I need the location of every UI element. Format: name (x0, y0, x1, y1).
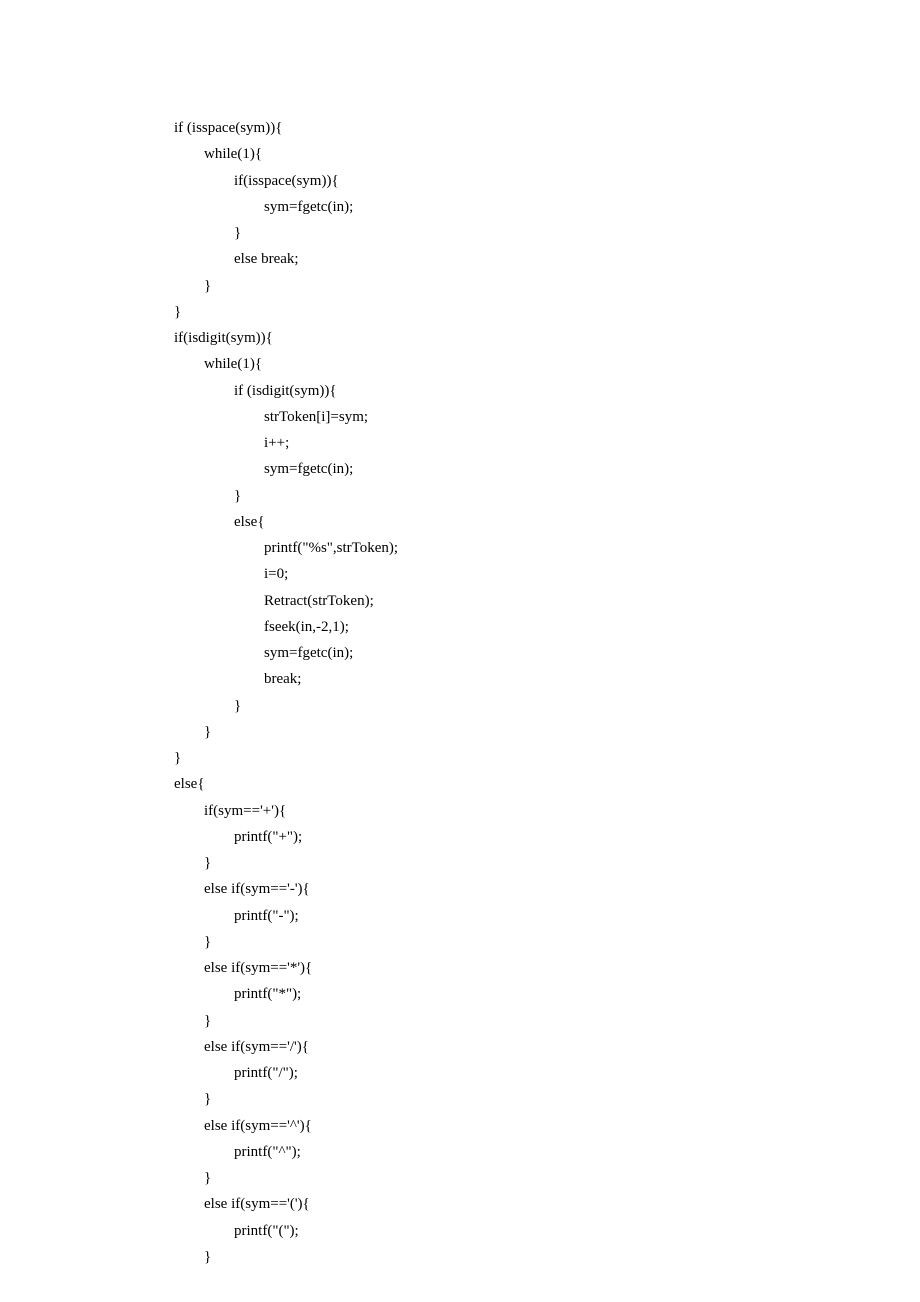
code-line: if (isdigit(sym)){ (174, 378, 920, 404)
code-line: printf("+"); (174, 824, 920, 850)
code-line: else break; (174, 246, 920, 272)
code-line: printf("("); (174, 1218, 920, 1244)
code-line: } (174, 929, 920, 955)
code-line: } (174, 220, 920, 246)
code-line: printf("%s",strToken); (174, 535, 920, 561)
code-line: fseek(in,-2,1); (174, 614, 920, 640)
code-line: } (174, 299, 920, 325)
code-line: sym=fgetc(in); (174, 456, 920, 482)
code-line: break; (174, 666, 920, 692)
document-page: if (isspace(sym)){ while(1){ if(isspace(… (0, 0, 920, 1302)
code-line: while(1){ (174, 351, 920, 377)
code-line: else{ (174, 509, 920, 535)
code-line: if(sym=='+'){ (174, 798, 920, 824)
code-line: printf("*"); (174, 981, 920, 1007)
code-line: } (174, 1086, 920, 1112)
code-line: Retract(strToken); (174, 588, 920, 614)
code-line: while(1){ (174, 141, 920, 167)
code-line: } (174, 273, 920, 299)
code-line: if(isdigit(sym)){ (174, 325, 920, 351)
code-line: } (174, 745, 920, 771)
code-line: printf("-"); (174, 903, 920, 929)
code-line: else if(sym=='*'){ (174, 955, 920, 981)
code-line: else if(sym=='-'){ (174, 876, 920, 902)
code-line: else if(sym=='^'){ (174, 1113, 920, 1139)
code-line: if(isspace(sym)){ (174, 168, 920, 194)
code-block: if (isspace(sym)){ while(1){ if(isspace(… (174, 115, 920, 1270)
code-line: else if(sym=='('){ (174, 1191, 920, 1217)
code-line: } (174, 850, 920, 876)
code-line: } (174, 1008, 920, 1034)
code-line: printf("/"); (174, 1060, 920, 1086)
code-line: sym=fgetc(in); (174, 194, 920, 220)
code-line: i=0; (174, 561, 920, 587)
code-line: if (isspace(sym)){ (174, 115, 920, 141)
code-line: sym=fgetc(in); (174, 640, 920, 666)
code-line: else{ (174, 771, 920, 797)
code-line: } (174, 1244, 920, 1270)
code-line: } (174, 1165, 920, 1191)
code-line: i++; (174, 430, 920, 456)
code-line: } (174, 483, 920, 509)
code-line: strToken[i]=sym; (174, 404, 920, 430)
code-line: } (174, 693, 920, 719)
code-line: } (174, 719, 920, 745)
code-line: else if(sym=='/'){ (174, 1034, 920, 1060)
code-line: printf("^"); (174, 1139, 920, 1165)
